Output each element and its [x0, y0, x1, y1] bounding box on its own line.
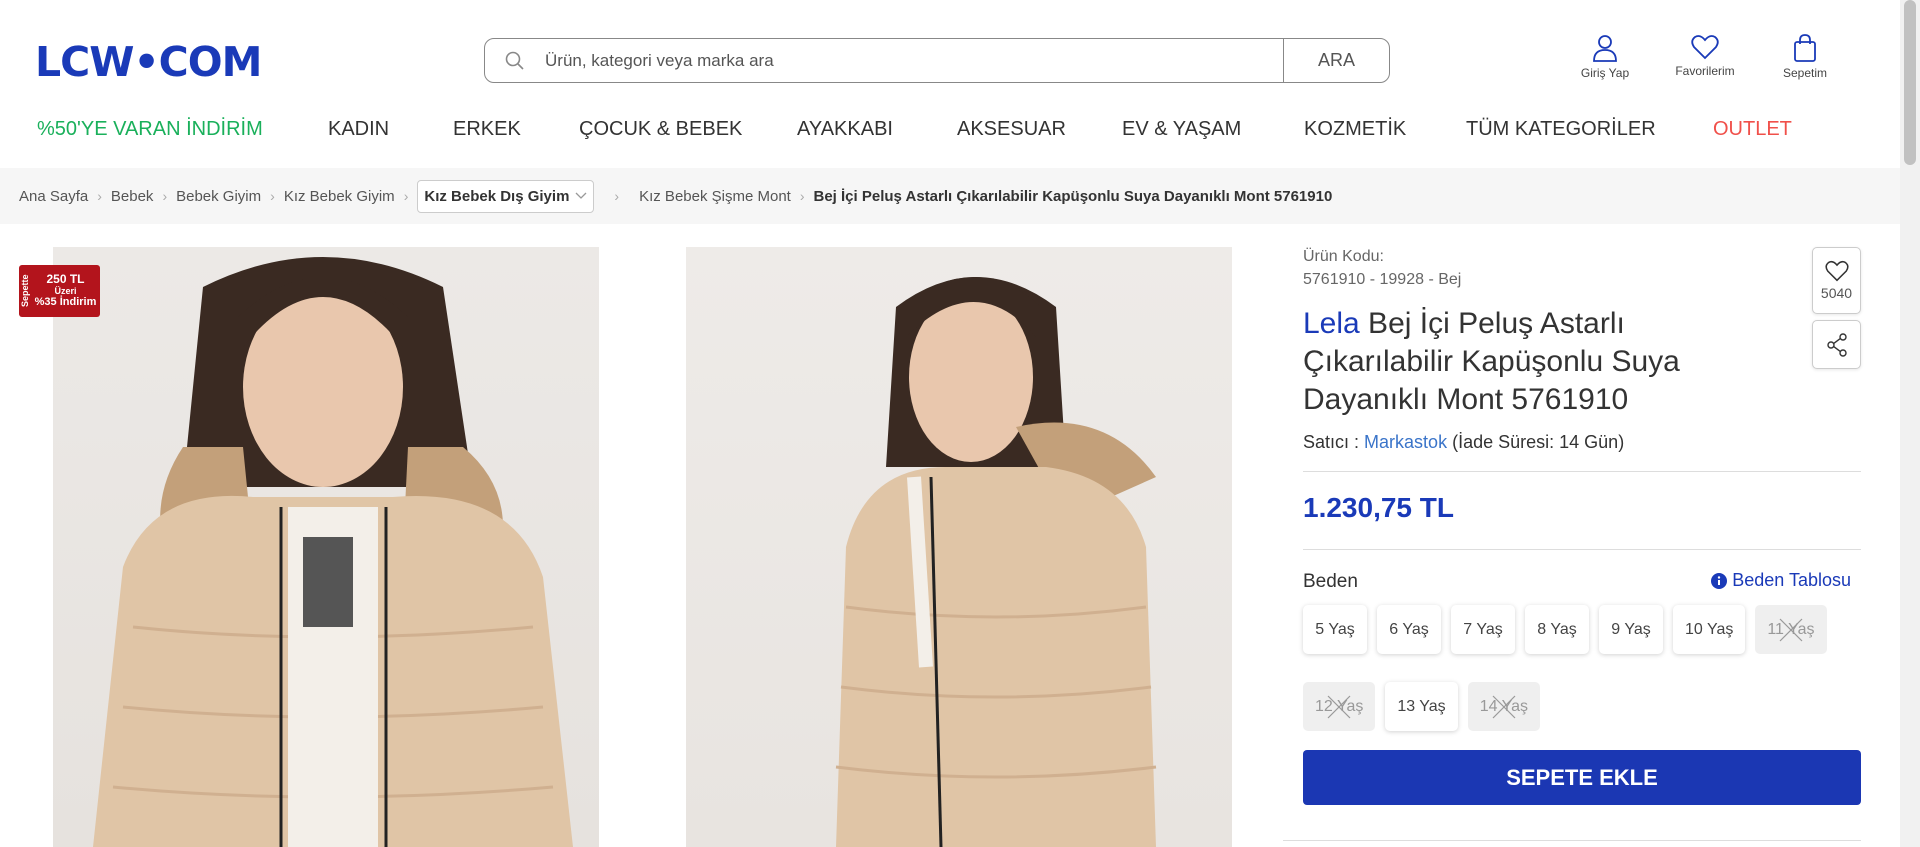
discount-badge: Sepette 250 TL Üzeri %35 İndirim [19, 265, 100, 317]
product-image-2[interactable] [686, 247, 1232, 847]
heart-icon [1691, 35, 1719, 60]
size-option: 12 Yaş [1303, 682, 1376, 731]
search-icon [485, 51, 545, 71]
breadcrumb-home[interactable]: Ana Sayfa [19, 188, 88, 205]
product-code-label: Ürün Kodu: [1303, 248, 1384, 265]
product-code-value: 5761910 - 19928 - Bej [1303, 271, 1462, 288]
size-option[interactable]: 6 Yaş [1377, 605, 1441, 654]
size-table-label: Beden Tablosu [1732, 570, 1851, 590]
favorites-label: Favorilerim [1675, 64, 1735, 78]
badge-line-1: 250 TL [46, 272, 85, 287]
chevron-right-icon: › [270, 188, 275, 204]
seller-info: Satıcı : Markastok (İade Süresi: 14 Gün) [1303, 432, 1624, 453]
breadcrumb-current: Bej İçi Peluş Astarlı Çıkarılabilir Kapü… [813, 187, 1333, 205]
share-icon [1826, 332, 1847, 357]
size-option: 11 Yaş [1755, 605, 1827, 654]
size-option[interactable]: 5 Yaş [1303, 605, 1367, 654]
chevron-right-icon: › [403, 188, 409, 204]
nav-aksesuar[interactable]: AKSESUAR [957, 118, 1066, 141]
cart-label: Sepetim [1782, 66, 1828, 80]
search-bar: ARA [484, 38, 1390, 83]
info-icon [1711, 572, 1728, 589]
badge-line-3: %35 İndirim [34, 296, 97, 309]
share-button[interactable] [1812, 320, 1861, 369]
favorite-count: 5040 [1820, 285, 1853, 301]
nav-erkek[interactable]: ERKEK [453, 118, 521, 141]
chevron-right-icon: › [799, 188, 805, 204]
product-image-1[interactable] [53, 247, 599, 847]
product-title: Lela Bej İçi Peluş Astarlı Çıkarılabilir… [1303, 305, 1723, 419]
badge-line-2: Üzeri [54, 285, 77, 296]
nav-ev-yasam[interactable]: EV & YAŞAM [1122, 118, 1241, 141]
product-name: Bej İçi Peluş Astarlı Çıkarılabilir Kapü… [1303, 307, 1680, 416]
size-table-link[interactable]: Beden Tablosu [1711, 570, 1851, 591]
divider [1303, 549, 1861, 550]
breadcrumb-bebek-giyim[interactable]: Bebek Giyim [176, 188, 261, 205]
breadcrumb-dropdown[interactable]: Kız Bebek Dış Giyim [417, 179, 595, 213]
product-brand[interactable]: Lela [1303, 307, 1360, 340]
size-option-label: 5 Yaş [1315, 620, 1355, 638]
size-option-label: 13 Yaş [1397, 697, 1446, 715]
size-options: 5 Yaş 6 Yaş 7 Yaş 8 Yaş 9 Yaş 10 Yaş 11 Yaş 12 … [1303, 605, 1863, 731]
seller-label: Satıcı : [1303, 432, 1360, 452]
login-label: Giriş Yap [1580, 66, 1630, 80]
size-option[interactable]: 10 Yaş [1673, 605, 1746, 654]
favorite-button[interactable]: 5040 [1812, 247, 1861, 314]
breadcrumb-bebek[interactable]: Bebek [111, 188, 154, 205]
unavailable-cross-icon [1327, 695, 1351, 718]
search-button[interactable]: ARA [1283, 39, 1389, 82]
scrollbar-thumb[interactable] [1904, 0, 1916, 165]
add-to-cart-button[interactable]: SEPETE EKLE [1303, 750, 1861, 805]
breadcrumb-kiz-bebek-giyim[interactable]: Kız Bebek Giyim [284, 188, 395, 205]
bag-icon [1794, 34, 1816, 62]
logo[interactable]: LCW•COM [35, 38, 262, 86]
nav-discount[interactable]: %50'YE VARAN İNDİRİM [37, 118, 263, 141]
size-option[interactable]: 8 Yaş [1525, 605, 1589, 654]
favorites-button[interactable]: Favorilerim [1670, 34, 1740, 80]
nav-tum-kategoriler[interactable]: TÜM KATEGORİLER [1466, 118, 1656, 141]
unavailable-cross-icon [1492, 695, 1516, 718]
panel-bottom-edge [1283, 840, 1861, 847]
return-info: (İade Süresi: 14 Gün) [1452, 432, 1625, 452]
size-label: Beden [1303, 571, 1358, 592]
breadcrumb-dropdown-label: Kız Bebek Dış Giyim [424, 187, 570, 205]
size-option-label: 6 Yaş [1389, 620, 1429, 638]
size-option-label: 7 Yaş [1463, 620, 1503, 638]
product-price: 1.230,75 TL [1303, 492, 1454, 523]
login-button[interactable]: Giriş Yap [1570, 34, 1640, 80]
heart-icon [1824, 260, 1849, 282]
nav-cocuk-bebek[interactable]: ÇOCUK & BEBEK [579, 118, 742, 141]
nav-kozmetik[interactable]: KOZMETİK [1304, 118, 1406, 141]
badge-vertical-text: Sepette [20, 274, 30, 308]
search-input[interactable] [545, 50, 1283, 71]
divider [1303, 471, 1861, 472]
chevron-down-icon [575, 192, 587, 199]
product-info-panel: Ürün Kodu: 5761910 - 19928 - Bej Lela Be… [1283, 230, 1861, 830]
nav-ayakkabi[interactable]: AYAKKABI [797, 118, 893, 141]
cart-button[interactable]: Sepetim [1770, 34, 1840, 80]
nav-kadin[interactable]: KADIN [328, 118, 389, 141]
chevron-right-icon: › [97, 188, 102, 204]
size-option-label: 8 Yaş [1537, 620, 1577, 638]
size-option[interactable]: 13 Yaş [1385, 682, 1458, 731]
breadcrumb-sisme-mont[interactable]: Kız Bebek Şişme Mont [639, 188, 791, 205]
breadcrumb: Ana Sayfa › Bebek › Bebek Giyim › Kız Be… [0, 168, 1900, 224]
size-option: 14 Yaş [1467, 682, 1541, 731]
header-actions: Giriş Yap Favorilerim Sepetim [1570, 34, 1840, 80]
header: LCW•COM ARA Giriş Yap Favorilerim Sepeti… [0, 0, 1900, 168]
size-option[interactable]: 7 Yaş [1451, 605, 1515, 654]
chevron-right-icon: › [614, 188, 620, 204]
unavailable-cross-icon [1779, 618, 1803, 641]
size-option[interactable]: 9 Yaş [1599, 605, 1663, 654]
nav-outlet[interactable]: OUTLET [1713, 118, 1792, 141]
scrollbar[interactable] [1900, 0, 1920, 847]
user-icon [1593, 35, 1617, 62]
size-option-label: 9 Yaş [1611, 620, 1651, 638]
chevron-right-icon: › [162, 188, 168, 204]
seller-name[interactable]: Markastok [1364, 432, 1447, 452]
size-option-label: 10 Yaş [1685, 620, 1734, 638]
